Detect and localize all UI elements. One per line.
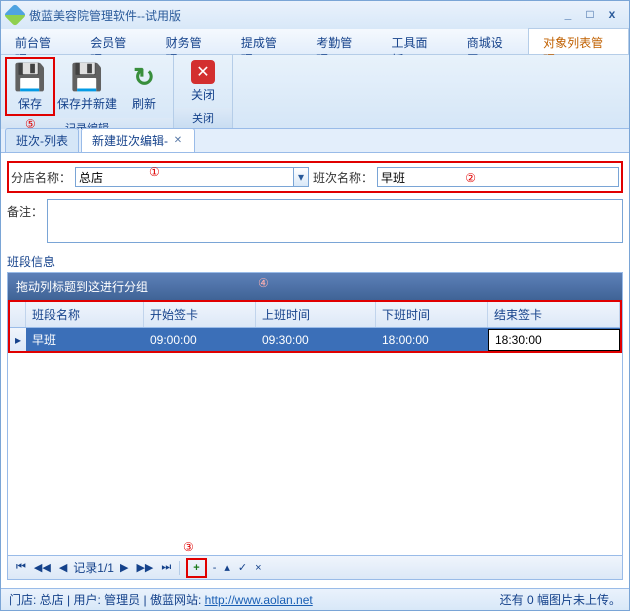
status-right: 还有 0 幅图片未上传。 <box>500 591 621 608</box>
record-navigator: ⏮ ◀◀ ◀ 记录1/1 ▶ ▶▶ ⏭ + ③ - ▴ ✓ × <box>8 555 622 579</box>
save-and-new-button[interactable]: 💾 保存并新建 <box>55 57 119 116</box>
nav-delete-button[interactable]: - <box>211 562 219 574</box>
status-branch: 总店 <box>40 593 64 607</box>
close-window-button[interactable]: x <box>601 7 623 23</box>
save-new-icon: 💾 <box>71 61 103 93</box>
nav-next-icon[interactable]: ▶ <box>118 561 130 574</box>
col-on-duty[interactable]: 上班时间 <box>256 302 376 327</box>
annotation-4: ④ <box>258 276 269 290</box>
maximize-button[interactable]: □ <box>579 7 601 23</box>
menu-attendance[interactable]: 考勤管理 <box>302 29 377 54</box>
period-grid: 拖动列标题到这进行分组 ④ 班段名称 开始签卡 上班时间 下班时间 结束签卡 ▸… <box>7 272 623 580</box>
refresh-icon: ↻ <box>128 61 160 93</box>
menu-members[interactable]: 会员管理 <box>76 29 151 54</box>
save-icon: 💾 <box>14 61 46 93</box>
branch-combo[interactable]: ▾ <box>75 167 309 187</box>
nav-edit-button[interactable]: ▴ <box>222 561 232 574</box>
grid-header: 班段名称 开始签卡 上班时间 下班时间 结束签卡 <box>10 302 620 328</box>
annotation-2: ② <box>465 171 476 185</box>
dropdown-icon[interactable]: ▾ <box>293 167 309 187</box>
grid-body-empty <box>8 353 622 555</box>
cell-end-sign[interactable]: 18:30:00 <box>488 329 620 351</box>
nav-ok-button[interactable]: ✓ <box>236 561 249 574</box>
ribbon-group-close: ✕ 关闭 关闭 <box>174 55 233 128</box>
close-tab-button[interactable]: ✕ 关闭 <box>178 57 228 106</box>
grid-group-bar[interactable]: 拖动列标题到这进行分组 ④ <box>8 273 622 300</box>
status-left: 门店: 总店 | 用户: 管理员 | 傲蓝网站: http://www.aola… <box>9 591 313 608</box>
nav-next-page-icon[interactable]: ▶▶ <box>134 561 155 574</box>
close-label: 关闭 <box>191 86 215 103</box>
refresh-button[interactable]: ↻ 刷新 <box>119 57 169 116</box>
save-button[interactable]: 💾 保存 <box>5 57 55 116</box>
shift-name-input[interactable] <box>377 167 619 187</box>
cell-period-name[interactable]: 早班 <box>26 328 144 351</box>
tab-shift-list[interactable]: 班次-列表 <box>5 128 79 152</box>
menu-object-list[interactable]: 对象列表管理 <box>528 28 629 54</box>
col-start-sign[interactable]: 开始签卡 <box>144 302 256 327</box>
nav-first-icon[interactable]: ⏮ <box>14 561 28 574</box>
row-indicator-icon: ▸ <box>10 328 26 351</box>
annotation-1: ① <box>149 165 160 179</box>
remark-label: 备注： <box>7 199 43 220</box>
window-title: 傲蓝美容院管理软件--试用版 <box>29 7 557 24</box>
menu-frontdesk[interactable]: 前台管理 <box>1 29 76 54</box>
nav-prev-icon[interactable]: ◀ <box>57 561 69 574</box>
shift-name-label: 班次名称： <box>313 169 373 186</box>
record-counter: 记录1/1 <box>73 559 114 576</box>
menu-finance[interactable]: 财务管理 <box>152 29 227 54</box>
ribbon: 💾 保存 💾 保存并新建 ↻ 刷新 记录编辑 ✕ 关闭 <box>1 55 629 129</box>
form-row-remark: 备注： <box>7 199 623 243</box>
remark-textarea[interactable] <box>47 199 623 243</box>
content-area: 分店名称： ▾ ① 班次名称： ② 备注： 班段信息 拖动列标题到这进行分组 ④ <box>1 153 629 588</box>
document-tabs: 班次-列表 新建班次编辑- ✕ <box>1 129 629 153</box>
status-bar: 门店: 总店 | 用户: 管理员 | 傲蓝网站: http://www.aola… <box>1 588 629 610</box>
ribbon-group-label-close: 关闭 <box>174 108 232 128</box>
nav-add-button[interactable]: + <box>186 558 206 578</box>
group-hint: 拖动列标题到这进行分组 <box>16 280 148 294</box>
status-url-link[interactable]: http://www.aolan.net <box>205 593 313 607</box>
minimize-button[interactable]: _ <box>557 7 579 23</box>
form-row-names: 分店名称： ▾ ① 班次名称： ② <box>7 161 623 193</box>
grid-highlight-wrap: 班段名称 开始签卡 上班时间 下班时间 结束签卡 ▸ 早班 09:00:00 0… <box>8 300 622 353</box>
table-row[interactable]: ▸ 早班 09:00:00 09:30:00 18:00:00 18:30:00 <box>10 328 620 351</box>
menu-tools[interactable]: 工具面板 <box>377 29 452 54</box>
title-bar: 傲蓝美容院管理软件--试用版 _ □ x <box>1 1 629 29</box>
nav-prev-page-icon[interactable]: ◀◀ <box>32 561 53 574</box>
nav-cancel-button[interactable]: × <box>253 562 263 574</box>
branch-input[interactable] <box>75 167 293 187</box>
tab-label: 新建班次编辑- <box>92 132 168 149</box>
col-period-name[interactable]: 班段名称 <box>26 302 144 327</box>
menu-commission[interactable]: 提成管理 <box>227 29 302 54</box>
col-off-duty[interactable]: 下班时间 <box>376 302 488 327</box>
menu-bar: 前台管理 会员管理 财务管理 提成管理 考勤管理 工具面板 商城设置 对象列表管… <box>1 29 629 55</box>
tab-label: 班次-列表 <box>16 132 68 149</box>
save-label: 保存 <box>18 95 42 112</box>
cell-start-sign[interactable]: 09:00:00 <box>144 330 256 350</box>
nav-last-icon[interactable]: ⏭ <box>159 561 173 574</box>
tab-new-shift-edit[interactable]: 新建班次编辑- ✕ <box>81 128 195 152</box>
menu-mall[interactable]: 商城设置 <box>453 29 528 54</box>
tab-close-icon[interactable]: ✕ <box>172 135 184 147</box>
close-icon: ✕ <box>191 60 215 84</box>
separator <box>179 561 180 575</box>
branch-label: 分店名称： <box>11 169 71 186</box>
app-logo-icon <box>4 4 27 27</box>
cell-off-duty[interactable]: 18:00:00 <box>376 330 488 350</box>
section-label-periods: 班段信息 <box>7 249 623 272</box>
cell-on-duty[interactable]: 09:30:00 <box>256 330 376 350</box>
annotation-3: ③ <box>183 540 194 554</box>
row-indicator-header <box>10 302 26 327</box>
status-user: 管理员 <box>104 593 140 607</box>
col-end-sign[interactable]: 结束签卡 <box>488 302 620 327</box>
refresh-label: 刷新 <box>132 95 156 112</box>
save-new-label: 保存并新建 <box>57 95 117 112</box>
annotation-5: ⑤ <box>25 117 36 131</box>
